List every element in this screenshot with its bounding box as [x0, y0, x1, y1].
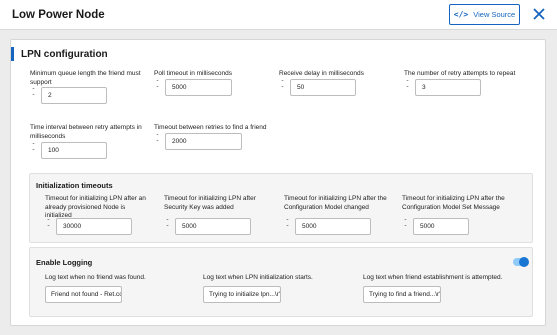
- init-security-key-spinner[interactable]: ˆˇ: [164, 220, 171, 232]
- init-timeouts-title: Initialization timeouts: [36, 181, 113, 190]
- lpn-configuration-card: LPN configuration Minimum queue length t…: [10, 39, 546, 326]
- page-title: Low Power Node: [12, 9, 105, 21]
- log-friend-attempt-label: Log text when friend establishment is at…: [363, 274, 503, 281]
- init-security-key-input[interactable]: 5000: [175, 218, 251, 235]
- section-accent-bar: [11, 47, 14, 61]
- init-config-changed-label: Timeout for initializing LPN after the C…: [284, 195, 387, 211]
- receive-delay-label: Receive delay in milliseconds: [279, 70, 364, 77]
- init-config-changed-input[interactable]: 5000: [295, 218, 371, 235]
- lpn-section-title: LPN configuration: [21, 49, 108, 60]
- min-queue-spinner[interactable]: ˆˇ: [30, 89, 37, 101]
- init-config-set-input[interactable]: 5000: [413, 218, 469, 235]
- log-friend-attempt-input[interactable]: Trying to find a friend...\r": [363, 286, 441, 303]
- log-no-friend-input[interactable]: Friend not found - Ret.cod: [45, 286, 122, 303]
- friend-retry-timeout-spinner[interactable]: ˆˇ: [154, 135, 161, 147]
- init-provisioned-label: Timeout for initializing LPN after an al…: [45, 195, 146, 219]
- retry-attempts-spinner[interactable]: ˆˇ: [404, 81, 411, 93]
- receive-delay-input[interactable]: 50: [290, 79, 356, 96]
- init-provisioned-input[interactable]: 30000: [56, 218, 132, 235]
- poll-timeout-spinner[interactable]: ˆˇ: [154, 81, 161, 93]
- view-source-label: View Source: [473, 10, 516, 19]
- init-provisioned-spinner[interactable]: ˆˇ: [45, 220, 52, 232]
- enable-logging-title: Enable Logging: [36, 258, 93, 267]
- retry-attempts-label: The number of retry attempts to repeat: [404, 70, 516, 77]
- min-queue-input[interactable]: 2: [41, 87, 107, 104]
- view-source-button[interactable]: </> View Source: [449, 4, 520, 25]
- init-config-set-label: Timeout for initializing LPN after the C…: [402, 195, 505, 211]
- retry-attempts-input[interactable]: 3: [415, 79, 481, 96]
- retry-interval-spinner[interactable]: ˆˇ: [30, 144, 37, 156]
- init-config-changed-spinner[interactable]: ˆˇ: [284, 220, 291, 232]
- retry-interval-label: Time interval between retry attempts in …: [30, 124, 142, 140]
- min-queue-label: Minimum queue length the friend must sup…: [30, 70, 141, 86]
- enable-logging-toggle[interactable]: [513, 256, 529, 267]
- close-icon[interactable]: [532, 7, 546, 21]
- top-bar: Low Power Node </> View Source: [0, 0, 557, 30]
- code-icon: </>: [453, 10, 469, 19]
- toggle-knob: [519, 256, 529, 267]
- poll-timeout-label: Poll timeout in milliseconds: [154, 70, 233, 77]
- friend-retry-timeout-input[interactable]: 2000: [165, 133, 242, 150]
- retry-interval-input[interactable]: 100: [41, 142, 107, 159]
- log-lpn-init-label: Log text when LPN initialization starts.: [203, 274, 313, 281]
- enable-logging-section: Enable Logging Log text when no friend w…: [29, 247, 533, 317]
- friend-retry-timeout-label: Timeout between retries to find a friend: [154, 124, 267, 131]
- receive-delay-spinner[interactable]: ˆˇ: [279, 81, 286, 93]
- initialization-timeouts-section: Initialization timeouts Timeout for init…: [29, 173, 533, 243]
- log-lpn-init-input[interactable]: Trying to initialize lpn...\r": [203, 286, 281, 303]
- init-security-key-label: Timeout for initializing LPN after Secur…: [164, 195, 256, 211]
- poll-timeout-input[interactable]: 5000: [165, 79, 232, 96]
- init-config-set-spinner[interactable]: ˆˇ: [402, 220, 409, 232]
- log-no-friend-label: Log text when no friend was found.: [45, 274, 146, 281]
